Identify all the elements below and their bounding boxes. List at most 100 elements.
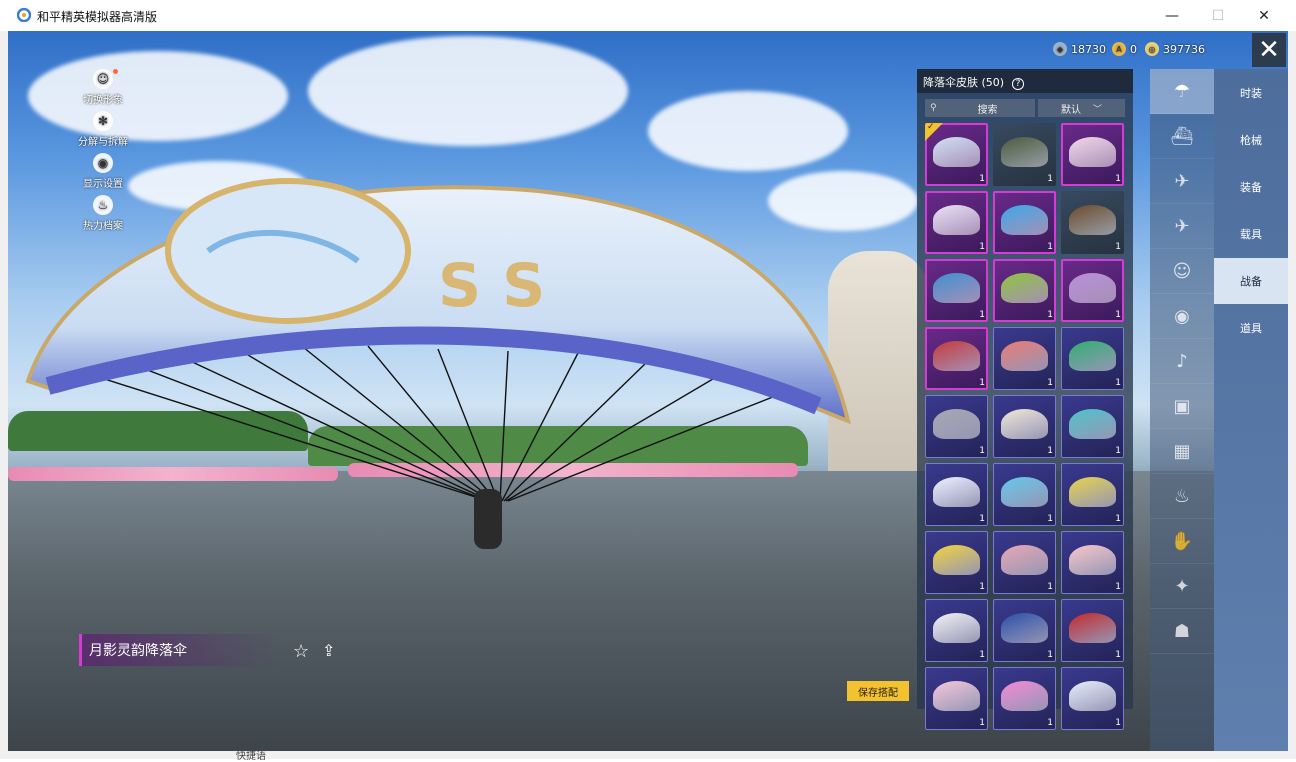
medal-coin-icon: ◆ (1053, 42, 1067, 56)
bottom-strip: 快捷语 (0, 751, 1296, 762)
parachute-thumbnail (933, 477, 980, 507)
skin-tile[interactable]: 1 (1061, 123, 1124, 186)
skin-quantity: 1 (1047, 242, 1053, 252)
chevron-down-icon: ﹀ (1092, 104, 1102, 115)
category-tab[interactable]: 装备 (1214, 164, 1288, 210)
skin-tile[interactable]: 1 (993, 191, 1056, 254)
save-outfit-button[interactable]: 保存搭配 (847, 681, 909, 701)
skin-quantity: 1 (1047, 446, 1053, 456)
parachute-canopy: S S (25, 178, 851, 425)
panel-header: 降落伞皮肤 (50) ? (917, 69, 1133, 93)
parachute-thumbnail (1001, 409, 1048, 439)
skin-tile[interactable]: 1 (1061, 395, 1124, 458)
parachute-thumbnail (933, 409, 980, 439)
category-tab[interactable]: 载具 (1214, 211, 1288, 257)
close-window-button[interactable]: ✕ (1241, 0, 1287, 31)
category-tab[interactable]: 枪械 (1214, 117, 1288, 163)
skin-quantity: 1 (1115, 310, 1121, 320)
skin-tile[interactable]: 1 (993, 123, 1056, 186)
hat-icon[interactable]: ☗ (1150, 609, 1214, 654)
emote-icon[interactable]: ☺ (1150, 249, 1214, 294)
parachute-thumbnail (1069, 545, 1116, 575)
skin-tile[interactable]: 1 (1061, 327, 1124, 390)
speaker-icon[interactable]: ♪ (1150, 339, 1214, 384)
extinguisher-icon[interactable]: ♨ (1150, 474, 1214, 519)
category-tab[interactable]: 时装 (1214, 70, 1288, 116)
skin-tile[interactable]: 1 (1061, 531, 1124, 594)
eye-icon: ◉ (93, 153, 113, 173)
gear-icon: ✻ (93, 111, 113, 131)
drone-icon[interactable]: ✈ (1150, 159, 1214, 204)
skin-tile[interactable]: 1 (993, 395, 1056, 458)
badge-icon[interactable]: ▣ (1150, 384, 1214, 429)
skin-quantity: 1 (1115, 514, 1121, 524)
skin-tile[interactable]: 1 (993, 599, 1056, 662)
skin-tile[interactable]: 1 (993, 531, 1056, 594)
decompose-button[interactable]: ✻ 分解与拆解 (68, 111, 138, 148)
search-placeholder: 搜索 (977, 104, 998, 116)
skin-quantity: 1 (1115, 378, 1121, 388)
skin-tile[interactable]: 1 (993, 327, 1056, 390)
window-title: 和平精英模拟器高清版 (37, 10, 158, 24)
skin-tile[interactable]: 1 (1061, 463, 1124, 526)
switch-avatar-button[interactable]: ☺ 切换形象 (68, 69, 138, 106)
parachute-thumbnail (1001, 613, 1048, 643)
parachute-thumbnail (1069, 681, 1116, 711)
skin-tile[interactable]: 1 (993, 667, 1056, 730)
skin-tile[interactable]: 1 (1061, 259, 1124, 322)
skin-tile[interactable]: 1 (925, 599, 988, 662)
display-settings-button[interactable]: ◉ 显示设置 (68, 153, 138, 190)
close-wardrobe-button[interactable]: ✕ (1252, 33, 1286, 67)
share-icon[interactable]: ⇪ (322, 641, 340, 660)
favorite-star-icon[interactable]: ☆ (293, 641, 309, 662)
skin-quantity: 1 (979, 514, 985, 524)
parachute-icon[interactable]: ☂ (1150, 69, 1214, 114)
skin-quantity: 1 (979, 378, 985, 388)
skin-tile[interactable]: 1 (925, 191, 988, 254)
skin-tile[interactable]: 1 (993, 259, 1056, 322)
boat-icon[interactable]: ⛴ (1150, 114, 1214, 159)
svg-text:S S: S S (438, 251, 545, 321)
skin-tile[interactable]: 1 (1061, 599, 1124, 662)
skin-tile[interactable]: 1 (925, 395, 988, 458)
app-logo-icon (17, 8, 31, 22)
parachute-thumbnail (933, 613, 980, 643)
skin-tile[interactable]: 1 (925, 327, 988, 390)
skin-tile[interactable]: 1 (1061, 191, 1124, 254)
parachute-thumbnail (1001, 205, 1048, 235)
category-tab[interactable]: 战备 (1214, 258, 1288, 304)
plane-icon[interactable]: ✈ (1150, 204, 1214, 249)
skin-tile[interactable]: 1 ✓ (925, 123, 988, 186)
skin-tile[interactable]: 1 (925, 667, 988, 730)
game-viewport[interactable]: S S ☺ 切换形象 ✻ 分解与拆解 ◉ 显示设置 ♨ 热力档案 ◆ 18730… (8, 31, 1288, 751)
heat-profile-button[interactable]: ♨ 热力档案 (68, 195, 138, 232)
gold-coin-icon: A (1112, 42, 1126, 56)
pet-icon[interactable]: ◉ (1150, 294, 1214, 339)
parachute-thumbnail (933, 545, 980, 575)
minimize-button[interactable]: — (1149, 0, 1195, 31)
parachute-thumbnail (1001, 137, 1048, 167)
search-input[interactable]: ⚲ 搜索 (925, 99, 1035, 117)
parachute-thumbnail (933, 205, 980, 235)
help-icon[interactable]: ? (1011, 78, 1025, 90)
skin-quantity: 1 (979, 242, 985, 252)
sort-label: 默认 (1060, 104, 1081, 116)
skin-tile[interactable]: 1 (925, 531, 988, 594)
gold-amount: 0 (1130, 42, 1137, 56)
parachute-thumbnail (1069, 341, 1116, 371)
skin-tile[interactable]: 1 (925, 463, 988, 526)
wand-icon[interactable]: ✦ (1150, 564, 1214, 609)
skin-tile[interactable]: 1 (993, 463, 1056, 526)
display-settings-label: 显示设置 (83, 179, 123, 190)
parachute-thumbnail (1069, 273, 1116, 303)
sort-dropdown[interactable]: 默认 ﹀ (1038, 99, 1125, 117)
category-tab[interactable]: 道具 (1214, 305, 1288, 351)
skin-tile[interactable]: 1 (1061, 667, 1124, 730)
search-icon: ⚲ (930, 103, 937, 113)
parachute-thumbnail (1069, 613, 1116, 643)
hand-icon[interactable]: ✋ (1150, 519, 1214, 564)
currency-silver: ◎ 397736 (1145, 41, 1205, 57)
maximize-button[interactable]: ☐ (1195, 0, 1241, 31)
skin-tile[interactable]: 1 (925, 259, 988, 322)
photo-icon[interactable]: ▦ (1150, 429, 1214, 474)
